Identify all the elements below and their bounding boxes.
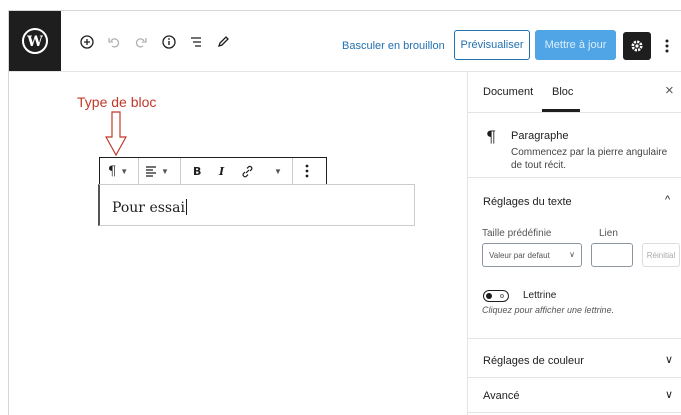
list-view-icon[interactable]	[187, 33, 205, 51]
divider	[468, 377, 681, 378]
dropcap-help: Cliquez pour afficher une lettrine.	[482, 305, 615, 315]
divider	[468, 412, 681, 413]
settings-button[interactable]	[623, 32, 651, 60]
toolbar-divider	[138, 158, 139, 184]
custom-size-label: Lien	[599, 228, 618, 239]
info-icon[interactable]	[160, 33, 178, 51]
annotation-arrow-icon	[105, 111, 127, 157]
update-button[interactable]: Mettre à jour	[535, 30, 616, 60]
gear-icon	[631, 40, 643, 52]
chevron-down-icon[interactable]: ∨	[665, 388, 673, 401]
chevron-down-icon: ▼	[274, 166, 282, 176]
toggle-knob	[486, 293, 492, 299]
settings-sidebar: Document Bloc × ¶ Paragraphe Commencez p…	[467, 72, 681, 415]
toggle-off-indicator	[500, 294, 504, 298]
block-toolbar: ¶ ▼ ▼ B I ▼	[99, 157, 327, 185]
preset-size-select[interactable]: Valeur par defaut ∨	[482, 243, 582, 267]
block-description: Commencez par la pierre angulaire de tou…	[511, 147, 668, 171]
chevron-up-icon[interactable]: ^	[665, 194, 670, 206]
more-vertical-icon	[305, 164, 309, 178]
text-cursor	[185, 199, 187, 215]
annotation-label: Type de bloc	[77, 94, 157, 110]
block-options-button[interactable]	[305, 158, 309, 184]
chevron-down-icon[interactable]: ∨	[665, 353, 673, 366]
redo-icon[interactable]	[132, 33, 150, 51]
add-block-icon[interactable]	[78, 33, 96, 51]
active-tab-indicator	[542, 109, 580, 112]
link-icon	[242, 165, 253, 177]
chevron-down-icon: ▼	[120, 166, 129, 176]
top-toolbar: W Basculer en brouillon Prévisualiser Me…	[9, 11, 681, 72]
color-settings-title[interactable]: Réglages de couleur	[483, 355, 584, 367]
toolbar-divider	[180, 158, 181, 184]
paragraph-text[interactable]: Pour essai	[112, 199, 187, 216]
align-text-button[interactable]: ▼	[145, 158, 169, 184]
reset-button[interactable]: Réinitial	[642, 243, 680, 267]
toolbar-divider	[292, 158, 293, 184]
paragraph-icon: ¶	[486, 127, 497, 146]
block-type-switcher[interactable]: ¶ ▼	[108, 158, 128, 184]
sidebar-tabs: Document Bloc ×	[468, 72, 681, 113]
more-menu-icon[interactable]	[659, 33, 675, 59]
divider	[468, 338, 681, 339]
paragraph-block[interactable]: Pour essai	[98, 184, 415, 226]
svg-text:W: W	[26, 34, 43, 50]
dropcap-toggle[interactable]	[483, 290, 509, 302]
link-button[interactable]	[241, 158, 254, 184]
italic-button[interactable]: I	[219, 158, 224, 184]
chevron-down-icon: ∨	[569, 250, 575, 259]
bold-button[interactable]: B	[193, 158, 201, 184]
text-settings-title[interactable]: Réglages du texte	[483, 196, 572, 208]
tab-block[interactable]: Bloc	[552, 86, 573, 98]
advanced-title[interactable]: Avancé	[483, 390, 520, 402]
preset-size-label: Taille prédéfinie	[482, 228, 552, 239]
tab-document[interactable]: Document	[483, 86, 533, 98]
more-rich-text-button[interactable]: ▼	[270, 158, 282, 184]
close-icon[interactable]: ×	[665, 82, 674, 99]
paragraph-icon: ¶	[108, 163, 117, 179]
edit-tools-icon[interactable]	[214, 33, 232, 51]
divider	[468, 177, 681, 178]
align-left-icon	[146, 166, 156, 177]
switch-to-draft-link[interactable]: Basculer en brouillon	[342, 40, 445, 52]
custom-size-input[interactable]	[591, 243, 633, 267]
undo-icon[interactable]	[105, 33, 123, 51]
editor-window: W Basculer en brouillon Prévisualiser Me…	[8, 10, 681, 415]
preview-button[interactable]: Prévisualiser	[454, 30, 530, 60]
chevron-down-icon: ▼	[161, 166, 169, 176]
wordpress-logo-icon[interactable]: W	[9, 11, 61, 71]
block-title: Paragraphe	[511, 130, 569, 142]
dropcap-label: Lettrine	[523, 290, 557, 301]
